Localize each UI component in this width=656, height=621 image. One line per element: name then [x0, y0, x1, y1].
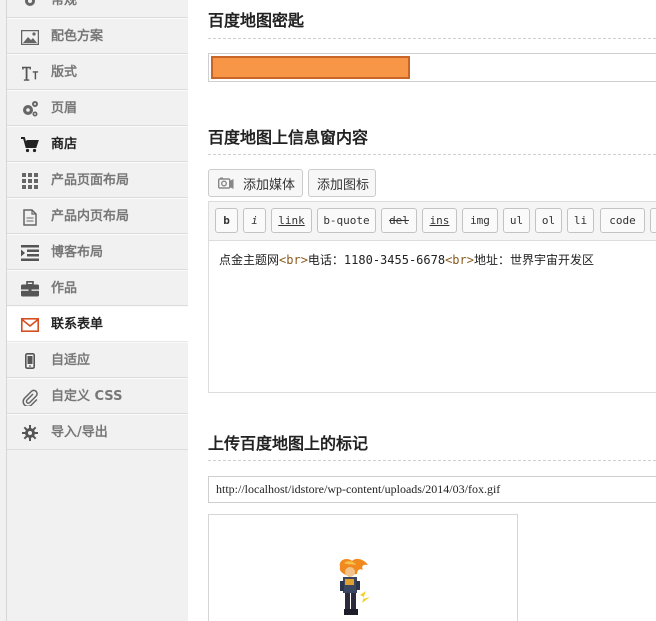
sidebar-item-typography[interactable]: 版式	[7, 54, 188, 90]
sidebar-item-label: 商店	[51, 137, 78, 152]
editor-content: 点金主题网<br>电话：1180-3455-6678<br>地址：世界宇宙开发区	[219, 251, 594, 269]
sidebar-item-label: 常规	[51, 0, 78, 8]
quicktag-del[interactable]: del	[381, 208, 417, 233]
sidebar-item-label: 自定义 CSS	[51, 389, 123, 404]
section-divider	[208, 154, 656, 155]
editor-br-tag: <br>	[279, 253, 308, 267]
quicktag-ul[interactable]: ul	[503, 208, 530, 233]
sidebar-item-header[interactable]: 页眉	[7, 90, 188, 126]
add-icon-label: 添加图标	[317, 177, 370, 193]
list-indent-icon	[21, 244, 39, 262]
grid-icon	[21, 172, 39, 190]
document-icon	[21, 208, 39, 226]
mobile-icon	[21, 352, 39, 370]
editor-text-segment: 点金主题网	[219, 253, 280, 267]
sidebar-item-label: 配色方案	[51, 29, 104, 44]
image-icon	[21, 28, 39, 46]
sidebar-item-label: 联系表单	[51, 317, 104, 332]
marker-upload-title: 上传百度地图上的标记	[208, 434, 369, 453]
sidebar-item-responsive[interactable]: 自适应	[7, 342, 188, 378]
quicktag-ins[interactable]: ins	[422, 208, 457, 233]
sidebar-item-color-scheme[interactable]: 配色方案	[7, 18, 188, 54]
info-window-title: 百度地图上信息窗内容	[208, 128, 369, 147]
add-media-button[interactable]: 添加媒体	[208, 169, 303, 197]
sidebar-item-portfolio[interactable]: 作品	[7, 270, 188, 306]
sidebar-item-product-page-layout[interactable]: 产品页面布局	[7, 162, 188, 198]
quicktag-ol[interactable]: ol	[535, 208, 562, 233]
redacted-key-value	[211, 56, 410, 79]
briefcase-icon	[21, 280, 39, 298]
sidebar-item-custom-css[interactable]: 自定义 CSS	[7, 378, 188, 414]
gear-icon	[21, 424, 39, 442]
sidebar-item-label: 作品	[51, 281, 78, 296]
envelope-icon	[21, 316, 39, 334]
paperclip-icon	[21, 388, 39, 406]
sidebar-item-import-export[interactable]: 导入/导出	[7, 414, 188, 450]
quicktag-more[interactable]	[650, 208, 656, 233]
quicktag-italic[interactable]: i	[243, 208, 266, 233]
quicktag-link[interactable]: link	[271, 208, 312, 233]
quicktag-bquote[interactable]: b-quote	[317, 208, 376, 233]
editor-text-segment: 地址：世界宇宙开发区	[473, 253, 594, 267]
sidebar-item-label: 产品页面布局	[51, 173, 130, 188]
sidebar-item-product-detail-layout[interactable]: 产品内页布局	[7, 198, 188, 234]
quicktag-li[interactable]: li	[567, 208, 594, 233]
quicktag-bold[interactable]: b	[215, 208, 238, 233]
marker-url-input[interactable]: http://localhost/idstore/wp-content/uplo…	[208, 476, 656, 503]
add-icon-button[interactable]: 添加图标	[308, 169, 376, 197]
editor-text-segment: 电话：1180-3455-6678	[307, 253, 446, 267]
sidebar-item-contact-form[interactable]: 联系表单	[7, 306, 188, 342]
cart-icon	[21, 136, 39, 154]
editor-br-tag: <br>	[445, 253, 474, 267]
map-key-title: 百度地图密匙	[208, 11, 305, 30]
gears-icon	[21, 100, 39, 118]
sidebar-item-label: 版式	[51, 65, 78, 80]
sidebar-item-label: 导入/导出	[51, 425, 108, 440]
sidebar-item-shop[interactable]: 商店	[7, 126, 188, 162]
options-nav: 常规 配色方案 版式 页眉 商店 产品页面布局 产品内页布局 博客布局 作品 联…	[7, 0, 188, 450]
quicktag-img[interactable]: img	[462, 208, 498, 233]
fox-marker-image	[330, 557, 372, 621]
sidebar-item-label: 产品内页布局	[51, 209, 130, 224]
sidebar-item-blog-layout[interactable]: 博客布局	[7, 234, 188, 270]
typography-icon	[21, 64, 39, 82]
gear-icon	[21, 0, 39, 10]
section-divider	[208, 38, 656, 39]
sidebar-item-general[interactable]: 常规	[7, 0, 188, 18]
media-icon	[217, 176, 234, 195]
sidebar-item-label: 自适应	[51, 353, 91, 368]
section-divider	[208, 460, 656, 461]
quicktag-code[interactable]: code	[600, 208, 645, 233]
sidebar-item-label: 博客布局	[51, 245, 104, 260]
sidebar-item-label: 页眉	[51, 101, 78, 116]
